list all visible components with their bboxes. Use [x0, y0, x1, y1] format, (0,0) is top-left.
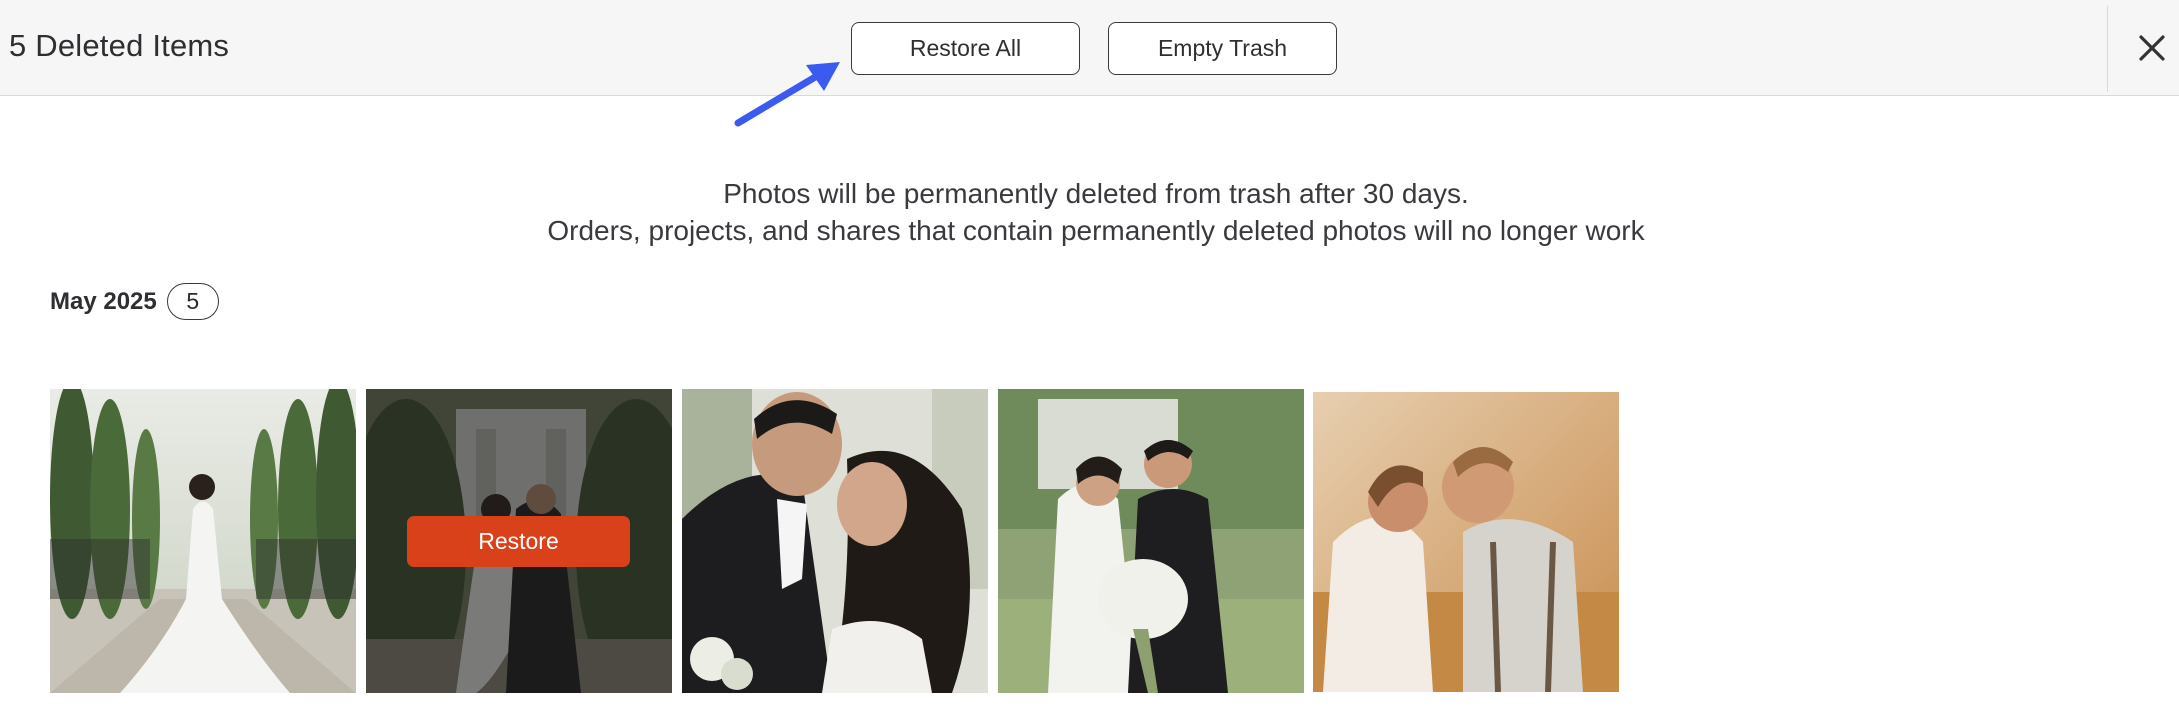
photo-thumbnail[interactable] — [1313, 392, 1619, 692]
notice-line-2: Orders, projects, and shares that contai… — [547, 215, 1645, 246]
month-group-title: May 2025 — [50, 287, 157, 315]
wedding-photo-image — [50, 389, 356, 693]
restore-photo-button[interactable]: Restore — [407, 516, 630, 567]
empty-trash-button[interactable]: Empty Trash — [1108, 22, 1337, 75]
month-group-header: May 2025 5 — [50, 283, 219, 320]
wedding-photo-image — [682, 389, 988, 693]
photo-thumbnail[interactable] — [50, 389, 356, 693]
header-divider — [2107, 6, 2108, 92]
wedding-photo-image — [1313, 392, 1619, 692]
page-title: 5 Deleted Items — [9, 28, 230, 63]
restore-all-button[interactable]: Restore All — [851, 22, 1080, 75]
trash-header: 5 Deleted Items Restore All Empty Trash — [0, 0, 2179, 96]
wedding-photo-image — [998, 389, 1304, 693]
retention-notice: Photos will be permanently deleted from … — [0, 175, 2179, 249]
photo-thumbnail[interactable]: Restore — [366, 389, 672, 693]
month-group-count-badge: 5 — [166, 283, 219, 320]
notice-line-1: Photos will be permanently deleted from … — [723, 178, 1469, 209]
photo-thumbnail[interactable] — [682, 389, 988, 693]
close-icon — [2139, 35, 2165, 61]
annotation-arrow-icon — [734, 62, 840, 127]
photo-thumbnail[interactable] — [998, 389, 1304, 693]
close-button[interactable] — [2130, 26, 2174, 70]
